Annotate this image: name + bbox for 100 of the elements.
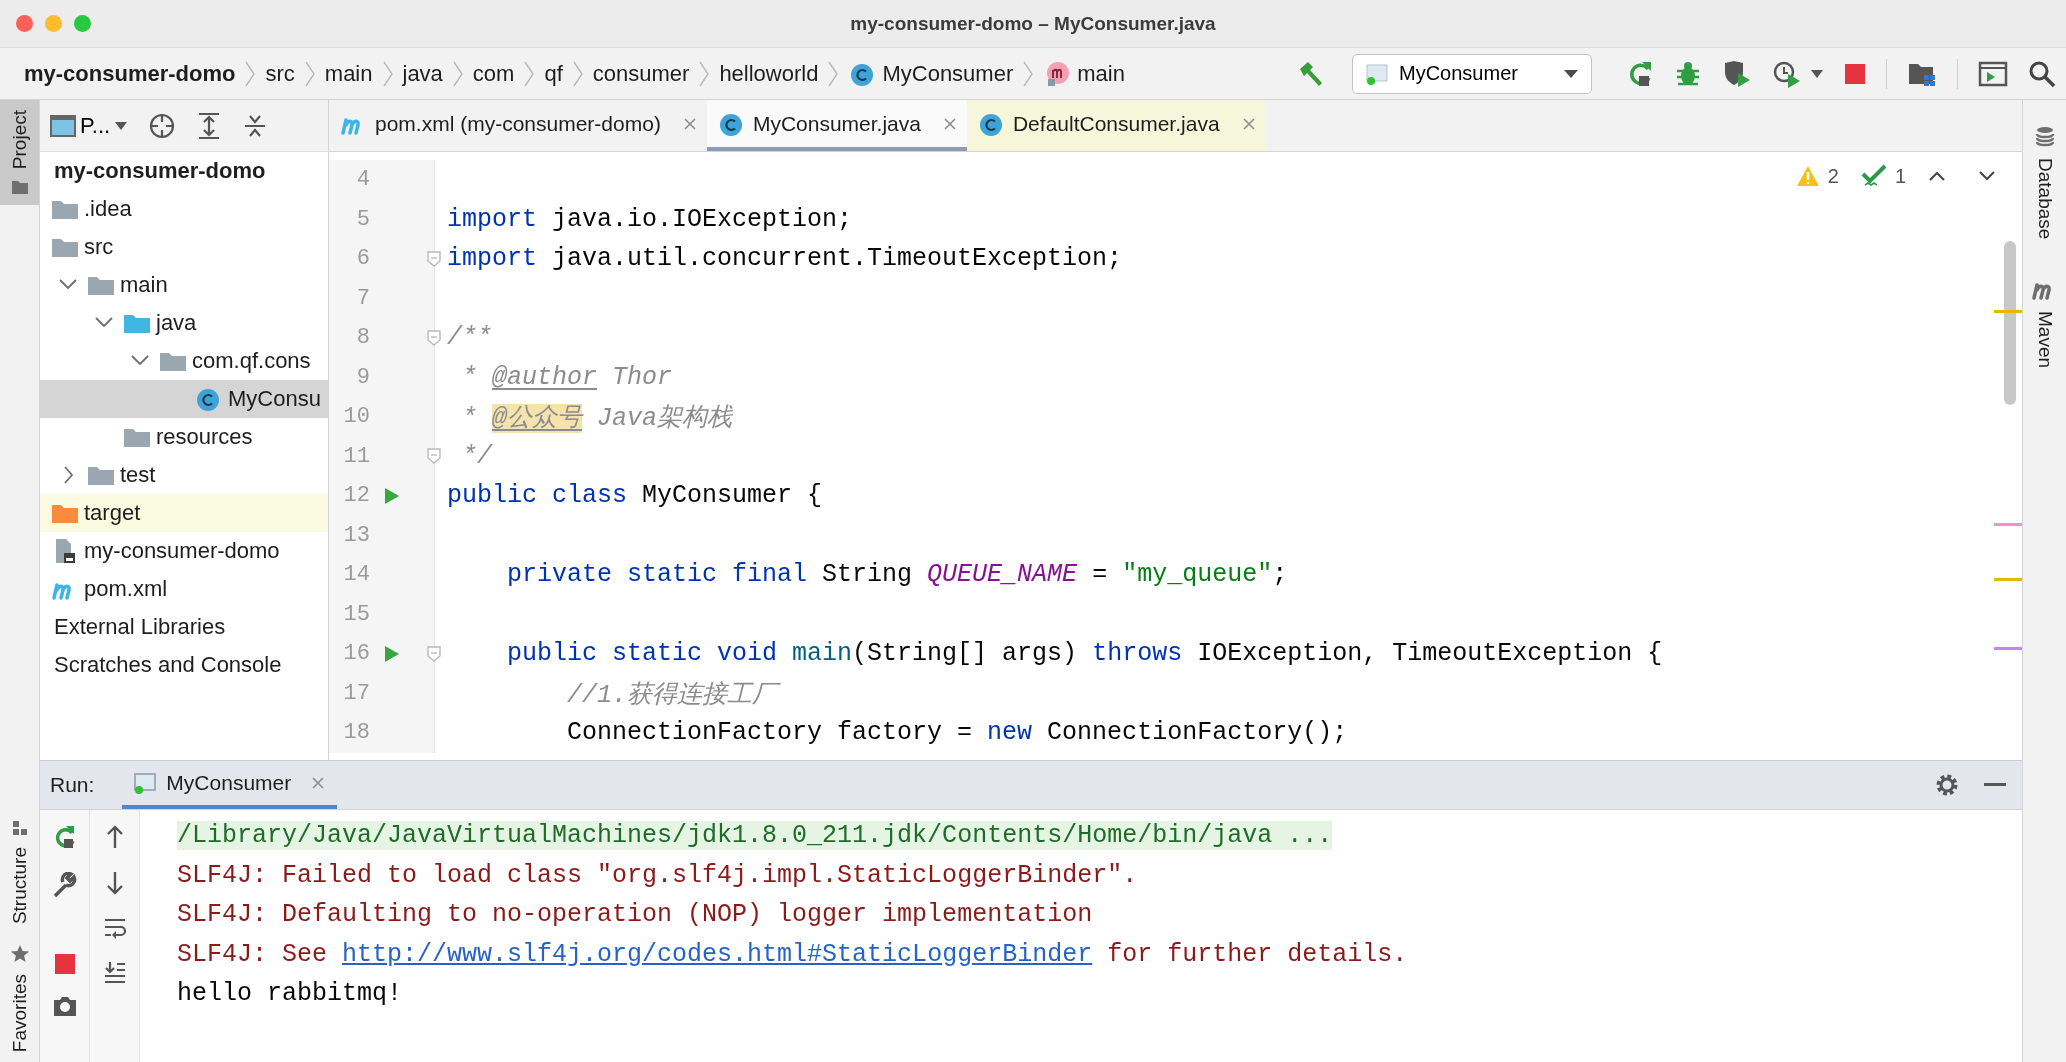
tree-item[interactable]: .idea — [40, 190, 328, 228]
stop-icon[interactable] — [1844, 62, 1866, 85]
code-line: /** — [447, 323, 492, 353]
tree-item[interactable]: my-consumer-domo — [40, 152, 328, 190]
line-number: 10 — [342, 404, 370, 430]
weak-warning-count: 1 — [1894, 164, 1906, 188]
breadcrumb[interactable]: MyConsumer — [848, 59, 1014, 88]
console-line: hello rabbitmq! — [177, 979, 403, 1009]
window-icon — [134, 772, 159, 794]
run-configuration-dropdown[interactable]: MyConsumer — [1352, 53, 1592, 94]
settings-icon[interactable] — [1934, 772, 1960, 798]
line-number: 18 — [342, 720, 370, 746]
coverage-icon[interactable] — [1722, 58, 1752, 89]
line-number: 14 — [342, 562, 370, 588]
line-number: 13 — [342, 522, 370, 548]
fold-marker-icon[interactable] — [426, 249, 442, 268]
code-line: ConnectionFactory factory = new ConnectionFactory(); — [566, 718, 1348, 748]
caret-icon[interactable] — [1810, 68, 1824, 79]
tree-item[interactable]: java — [40, 304, 328, 342]
code-line: import java.io.IOException; — [447, 204, 853, 234]
run-panel-title: Run: — [50, 773, 95, 797]
line-number: 16 — [342, 641, 370, 667]
console-line: SLF4J: Failed to load class "org.slf4j.impl.StaticLoggerBinder". — [177, 860, 1138, 890]
breadcrumb[interactable]: my-consumer-domo — [24, 60, 236, 87]
breadcrumb[interactable]: qf — [544, 60, 563, 87]
run-gutter-icon[interactable] — [384, 644, 400, 663]
structure-icon — [10, 818, 29, 837]
line-number: 11 — [342, 443, 370, 469]
tree-item[interactable]: pom.xml — [40, 570, 328, 608]
star-icon — [9, 943, 30, 964]
code-line: public class MyConsumer { — [447, 481, 823, 511]
breadcrumb[interactable]: src — [265, 60, 295, 87]
breadcrumb[interactable]: main — [324, 60, 373, 87]
tree-item[interactable]: test — [40, 456, 328, 494]
window-icon — [50, 114, 76, 137]
breadcrumb[interactable]: java — [402, 60, 443, 87]
run-gutter-icon[interactable] — [384, 486, 400, 505]
tree-item[interactable]: External Libraries — [40, 608, 328, 646]
tree-item[interactable]: MyConsu — [40, 380, 328, 418]
soft-wrap-icon[interactable] — [102, 916, 127, 940]
tree-item[interactable]: resources — [40, 418, 328, 456]
minimize-icon[interactable] — [1984, 782, 2006, 788]
view-selector-dropdown[interactable]: P... — [50, 112, 129, 139]
link[interactable]: http://www.slf4j.org/codes.html#StaticLoggerBinder — [342, 939, 1093, 969]
line-number: 9 — [355, 364, 370, 390]
line-number: 5 — [355, 206, 370, 232]
breadcrumb[interactable]: com — [472, 60, 515, 87]
editor-tab[interactable]: pom.xml (my-consumer-domo) — [329, 100, 707, 151]
camera-icon[interactable] — [51, 994, 78, 1018]
fold-marker-icon[interactable] — [426, 447, 442, 466]
line-number: 12 — [342, 483, 370, 509]
tree-item[interactable]: src — [40, 228, 328, 266]
tool-window-tab[interactable]: Structure — [0, 808, 39, 934]
editor-tab[interactable]: MyConsumer.java — [706, 100, 967, 151]
tool-window-tab[interactable]: Maven — [2023, 267, 2066, 379]
run-tab[interactable]: MyConsumer — [122, 761, 338, 809]
console-line: SLF4J: Defaulting to no-operation (NOP) logger implementation — [177, 900, 1093, 930]
tree-item[interactable]: target — [40, 494, 328, 532]
tree-item[interactable]: main — [40, 266, 328, 304]
code-line: * @author Thor — [461, 362, 673, 392]
crosshair-icon[interactable] — [148, 111, 177, 140]
tool-window-tab[interactable]: Database — [2023, 116, 2066, 250]
database-icon — [2034, 126, 2055, 148]
line-number: 15 — [342, 601, 370, 627]
close-icon[interactable] — [1241, 116, 1256, 131]
line-number: 8 — [355, 325, 370, 351]
window-icon — [1365, 61, 1391, 86]
check-icon[interactable] — [1860, 164, 1887, 188]
tree-item[interactable]: my-consumer-domo — [40, 532, 328, 570]
close-icon[interactable] — [942, 116, 957, 131]
warning-count: 2 — [1827, 164, 1839, 188]
search-icon[interactable] — [2028, 59, 2056, 88]
terminal-icon[interactable] — [1978, 60, 2008, 87]
stop-icon[interactable] — [54, 954, 75, 974]
tool-window-tab[interactable]: Project — [0, 100, 39, 206]
line-number: 17 — [342, 680, 370, 706]
close-button[interactable] — [16, 15, 33, 32]
tool-window-tab[interactable]: Favorites — [0, 933, 39, 1062]
code-line: public static void main(String[] args) throws IOException, TimeoutException { — [506, 639, 1663, 669]
caret-icon — [1563, 68, 1579, 79]
down-arrow-icon[interactable] — [104, 870, 125, 896]
scroll-to-end-icon[interactable] — [102, 960, 127, 984]
scrollbar-thumb[interactable] — [2004, 241, 2016, 405]
close-icon[interactable] — [682, 116, 697, 131]
editor-tab[interactable]: DefaultConsumer.java — [966, 100, 1266, 151]
line-number: 4 — [355, 167, 370, 193]
close-icon[interactable] — [311, 776, 326, 790]
code-line: */ — [461, 441, 492, 471]
console-line: SLF4J: See http://www.slf4j.org/codes.html#StaticLoggerBinder for further details. — [177, 939, 1408, 969]
code-line: private static final String QUEUE_NAME = "my_queue"; — [506, 560, 1288, 590]
breadcrumb[interactable]: helloworld — [719, 60, 819, 87]
breadcrumb[interactable]: consumer — [592, 60, 690, 87]
tree-item[interactable]: com.qf.cons — [40, 342, 328, 380]
breadcrumb[interactable]: main — [1043, 58, 1125, 89]
fold-marker-icon[interactable] — [426, 644, 442, 663]
zoom-button[interactable] — [74, 15, 91, 32]
fold-marker-icon[interactable] — [426, 328, 442, 347]
folder-icon — [10, 179, 29, 196]
wrench-icon[interactable] — [51, 872, 78, 900]
tree-item[interactable]: Scratches and Console — [40, 646, 328, 684]
